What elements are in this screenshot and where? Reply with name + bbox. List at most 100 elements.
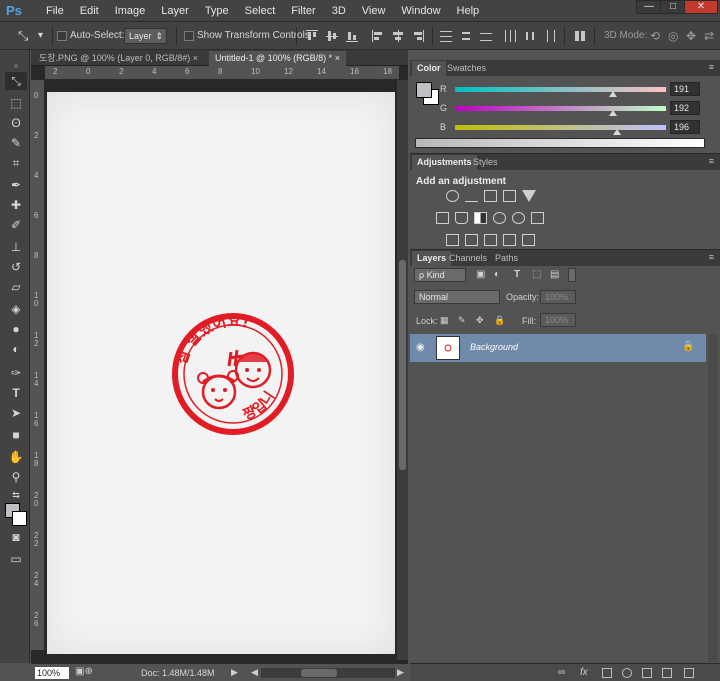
swap-colors-icon[interactable]: ⇆ xyxy=(5,486,27,504)
zoom-tool-icon[interactable]: ⚲ xyxy=(5,468,27,486)
menu-file[interactable]: File xyxy=(38,0,72,22)
panel-menu-icon[interactable]: ≡ xyxy=(709,252,714,262)
show-transform-checkbox[interactable] xyxy=(184,31,194,41)
align-top-icon[interactable] xyxy=(306,30,318,42)
slider-knob-g[interactable] xyxy=(609,110,618,116)
vibrance-icon[interactable] xyxy=(522,190,536,202)
tab-channels[interactable]: Channels xyxy=(444,251,492,266)
minimize-button[interactable]: — xyxy=(636,0,662,14)
tab-styles[interactable]: Styles xyxy=(468,155,503,170)
quick-select-tool-icon[interactable]: ✎ xyxy=(5,134,27,152)
auto-select-target-dropdown[interactable]: Layer ⇕ xyxy=(124,28,167,44)
menu-window[interactable]: Window xyxy=(393,0,448,22)
filter-toggle[interactable] xyxy=(568,268,576,282)
brush-tool-icon[interactable]: ✐ xyxy=(5,216,27,234)
maximize-button[interactable]: □ xyxy=(660,0,686,14)
layer-style-icon[interactable]: fx xyxy=(580,668,590,678)
posterize-icon[interactable] xyxy=(465,234,478,246)
new-adjustment-layer-icon[interactable] xyxy=(622,668,632,678)
close-button[interactable]: ✕ xyxy=(684,0,718,14)
value-field-g[interactable]: 192 xyxy=(670,101,700,115)
status-menu-arrow-icon[interactable]: ▶ xyxy=(231,667,238,678)
menu-help[interactable]: Help xyxy=(449,0,488,22)
lock-position-icon[interactable]: ✥ xyxy=(476,315,484,326)
gradient-map-icon[interactable] xyxy=(522,234,535,246)
slider-track-g[interactable] xyxy=(455,106,666,111)
slider-knob-r[interactable] xyxy=(609,91,618,97)
tab-color[interactable]: Color xyxy=(412,61,446,76)
menu-type[interactable]: Type xyxy=(197,0,237,22)
new-layer-icon[interactable] xyxy=(662,668,672,678)
filter-smart-object-icon[interactable]: ▤ xyxy=(550,269,559,280)
lock-image-icon[interactable]: ✎ xyxy=(458,315,466,326)
menu-edit[interactable]: Edit xyxy=(72,0,107,22)
layer-name[interactable]: Background xyxy=(470,342,518,352)
scroll-left-icon[interactable]: ◀ xyxy=(251,667,258,678)
path-selection-tool-icon[interactable]: ➤ xyxy=(5,404,27,422)
layers-scrollbar[interactable] xyxy=(708,334,718,662)
pen-tool-icon[interactable]: ✑ xyxy=(5,364,27,382)
close-tab-icon[interactable]: × xyxy=(193,53,198,63)
threshold-icon[interactable] xyxy=(484,234,497,246)
vertical-scrollbar[interactable] xyxy=(397,80,408,660)
align-left-icon[interactable] xyxy=(372,30,384,42)
type-tool-icon[interactable]: T xyxy=(5,384,27,402)
tab-swatches[interactable]: Swatches xyxy=(442,61,491,76)
background-color-swatch[interactable] xyxy=(12,511,27,526)
photo-filter-icon[interactable] xyxy=(493,212,506,224)
status-info-icon[interactable]: ▣⊕ xyxy=(75,666,93,677)
filter-adjustment-icon[interactable]: ◐ xyxy=(494,269,500,280)
panel-menu-icon[interactable]: ≡ xyxy=(709,62,714,72)
align-right-icon[interactable] xyxy=(412,30,424,42)
slider-track-b[interactable] xyxy=(455,125,666,130)
dodge-tool-icon[interactable]: ◐ xyxy=(5,340,27,358)
document-tab-stamp[interactable]: 도장.PNG @ 100% (Layer 0, RGB/8#) × xyxy=(33,51,204,66)
align-hcenter-icon[interactable] xyxy=(392,30,404,42)
fill-field[interactable]: 100% xyxy=(540,313,576,327)
value-field-b[interactable]: 196 xyxy=(670,120,700,134)
document-size[interactable]: Doc: 1.48M/1.48M xyxy=(141,664,215,681)
distribute-top-icon[interactable] xyxy=(440,30,452,42)
auto-select-checkbox[interactable] xyxy=(57,31,67,41)
tool-preset-dropdown-icon[interactable]: ▾ xyxy=(38,22,43,50)
color-lookup-icon[interactable] xyxy=(531,212,544,224)
menu-select[interactable]: Select xyxy=(237,0,284,22)
quick-mask-icon[interactable]: ◙ xyxy=(5,528,27,546)
distribute-hcenter-icon[interactable] xyxy=(524,30,536,42)
color-balance-icon[interactable] xyxy=(455,212,468,224)
filter-shape-icon[interactable]: ⬚ xyxy=(532,269,541,280)
horizontal-scroll-thumb[interactable] xyxy=(301,669,337,677)
screen-mode-icon[interactable]: ▭ xyxy=(5,550,27,568)
brightness-contrast-icon[interactable] xyxy=(446,190,459,202)
value-field-r[interactable]: 191 xyxy=(670,82,700,96)
lock-all-icon[interactable]: 🔒 xyxy=(494,315,505,326)
horizontal-scrollbar[interactable] xyxy=(261,668,395,678)
distribute-bottom-icon[interactable] xyxy=(480,30,492,42)
add-mask-icon[interactable] xyxy=(602,668,612,678)
healing-brush-tool-icon[interactable]: ✚ xyxy=(5,196,27,214)
color-ramp[interactable] xyxy=(415,138,705,148)
slider-knob-b[interactable] xyxy=(613,129,622,135)
opacity-field[interactable]: 100% xyxy=(540,290,576,304)
history-brush-tool-icon[interactable]: ↺ xyxy=(5,258,27,276)
distribute-left-icon[interactable] xyxy=(504,30,516,42)
zoom-level-field[interactable]: 100% xyxy=(35,667,69,679)
eye-icon[interactable]: ◉ xyxy=(416,342,425,353)
layer-filter-kind[interactable]: ρ Kind xyxy=(414,268,466,282)
vertical-scroll-thumb[interactable] xyxy=(399,260,406,470)
3d-roll-icon[interactable]: ◎ xyxy=(668,22,678,50)
move-tool-icon[interactable]: ⤡ xyxy=(5,72,27,90)
hand-tool-icon[interactable]: ✋ xyxy=(5,448,27,466)
canvas[interactable]: 참 잘했어요! 짱입니다 xyxy=(47,92,395,654)
link-layers-icon[interactable]: ∞ xyxy=(558,668,568,678)
tab-adjustments[interactable]: Adjustments xyxy=(412,155,477,170)
delete-layer-icon[interactable] xyxy=(684,668,694,678)
layer-thumbnail[interactable] xyxy=(436,336,460,360)
distribute-vcenter-icon[interactable] xyxy=(460,30,472,42)
channel-mixer-icon[interactable] xyxy=(512,212,525,224)
filter-type-icon[interactable]: T xyxy=(514,269,520,280)
menu-filter[interactable]: Filter xyxy=(283,0,323,22)
3d-pan-icon[interactable]: ✥ xyxy=(686,22,696,50)
clone-stamp-tool-icon[interactable]: ⊥ xyxy=(5,238,27,256)
move-tool-icon[interactable]: ⤡ xyxy=(18,22,28,50)
